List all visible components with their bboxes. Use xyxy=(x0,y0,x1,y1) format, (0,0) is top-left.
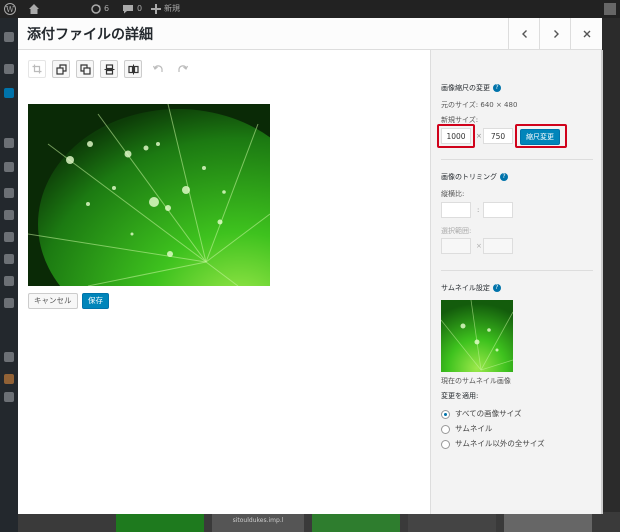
rotate-left-button[interactable] xyxy=(52,60,70,78)
chevron-left-icon xyxy=(521,29,527,38)
aspect-ratio-height-input[interactable] xyxy=(483,202,513,218)
modal-title: 添付ファイルの詳細 xyxy=(27,27,153,43)
bg-filename-text: sitouldukes.imp.l xyxy=(232,517,284,524)
image-settings-panel: 画像縮尺の変更? 元のサイズ: 640 × 480 新規サイズ: 1000 × … xyxy=(430,50,603,514)
admin-sidebar xyxy=(0,18,18,532)
users-icon[interactable] xyxy=(4,232,14,242)
crop-button[interactable] xyxy=(28,60,46,78)
apply-thumbnail-radio[interactable] xyxy=(441,425,450,434)
comments-icon[interactable] xyxy=(122,3,134,15)
tools-icon[interactable] xyxy=(4,254,14,264)
scale-times: × xyxy=(476,132,482,140)
flip-horizontal-icon xyxy=(127,64,139,74)
flip-vertical-icon xyxy=(104,63,114,75)
plugins-icon[interactable] xyxy=(4,210,14,220)
thumbnail-section-title: サムネイル設定? xyxy=(441,283,501,293)
thumbnail-title-text: サムネイル設定 xyxy=(441,284,490,292)
modal-header: 添付ファイルの詳細 xyxy=(18,18,602,50)
rotate-right-icon xyxy=(79,63,91,75)
chevron-right-icon xyxy=(553,29,559,38)
width-highlight xyxy=(437,124,475,148)
comments-count[interactable]: 0 xyxy=(137,3,142,15)
appearance-icon[interactable] xyxy=(4,188,14,198)
divider xyxy=(441,270,593,271)
plus-icon[interactable] xyxy=(150,3,162,15)
cancel-button[interactable]: キャンセル xyxy=(28,293,78,309)
plugin-menu-icon-3[interactable] xyxy=(4,374,14,384)
aspect-ratio-label: 縦横比: xyxy=(441,190,465,198)
thumbnail-preview xyxy=(441,300,513,372)
bg-thumbnail xyxy=(116,514,204,532)
updates-count[interactable]: 6 xyxy=(104,3,109,15)
rotate-right-button[interactable] xyxy=(76,60,94,78)
help-icon[interactable]: ? xyxy=(500,173,508,181)
selection-separator: × xyxy=(476,242,482,250)
help-icon[interactable]: ? xyxy=(492,284,501,292)
flip-horizontal-button[interactable] xyxy=(124,60,142,78)
divider xyxy=(441,159,593,160)
rotate-left-icon xyxy=(55,63,67,75)
undo-button[interactable] xyxy=(150,60,166,76)
scale-button-highlight xyxy=(515,124,567,148)
prev-button[interactable] xyxy=(508,18,540,49)
scale-section-title: 画像縮尺の変更? xyxy=(441,83,501,93)
panel-scrollbar[interactable] xyxy=(601,50,603,514)
close-button[interactable] xyxy=(570,18,602,49)
crop-icon xyxy=(32,64,42,74)
crop-title-text: 画像のトリミング xyxy=(441,173,497,181)
scale-height-input[interactable]: 750 xyxy=(483,128,513,144)
selection-label: 選択範囲: xyxy=(441,227,472,235)
scale-title-text: 画像縮尺の変更 xyxy=(441,84,490,92)
aspect-ratio-width-input[interactable] xyxy=(441,202,471,218)
redo-icon xyxy=(177,64,188,72)
pages-icon[interactable] xyxy=(4,138,14,148)
user-avatar[interactable] xyxy=(604,3,616,15)
undo-icon xyxy=(152,64,163,72)
apply-all-except-thumbnail-label: サムネイル以外の全サイズ xyxy=(455,439,545,448)
selection-height-input[interactable] xyxy=(483,238,513,254)
updates-icon[interactable] xyxy=(90,3,102,15)
plugin-menu-icon-2[interactable] xyxy=(4,352,14,362)
original-size: 元のサイズ: 640 × 480 xyxy=(441,101,518,109)
new-label[interactable]: 新規 xyxy=(164,3,180,15)
apply-all-sizes-radio[interactable] xyxy=(441,410,450,419)
settings-icon[interactable] xyxy=(4,276,14,286)
attachment-details-modal: 添付ファイルの詳細 キャンセル 保存 画像縮尺の変更 ? 元のサイズ: 640 … xyxy=(18,18,603,514)
bg-thumbnail-3 xyxy=(408,514,496,532)
collapse-menu-icon[interactable] xyxy=(4,392,14,402)
close-icon xyxy=(583,30,590,37)
apply-thumbnail-label: サムネイル xyxy=(455,424,493,433)
selection-width-input[interactable] xyxy=(441,238,471,254)
flip-vertical-button[interactable] xyxy=(100,60,118,78)
save-button[interactable]: 保存 xyxy=(82,293,109,309)
wordpress-logo-icon[interactable]: W xyxy=(4,3,16,15)
comments-menu-icon[interactable] xyxy=(4,162,14,172)
home-icon[interactable] xyxy=(28,3,40,15)
bg-thumbnail-4 xyxy=(504,514,592,532)
ratio-separator: : xyxy=(477,206,480,214)
redo-button[interactable] xyxy=(174,60,190,76)
bg-filename: sitouldukes.imp.l xyxy=(212,514,304,532)
admin-bar: W 6 0 新規 xyxy=(0,0,620,18)
help-icon[interactable]: ? xyxy=(493,84,501,92)
apply-changes-label: 変更を適用: xyxy=(441,392,479,400)
crop-section-title: 画像のトリミング? xyxy=(441,172,508,182)
apply-all-except-thumbnail-radio[interactable] xyxy=(441,440,450,449)
image-editor: キャンセル 保存 xyxy=(18,50,430,514)
current-thumbnail-label: 現在のサムネイル画像 xyxy=(441,377,511,385)
edited-image xyxy=(28,104,270,286)
plugin-menu-icon[interactable] xyxy=(4,298,14,308)
posts-icon[interactable] xyxy=(4,64,14,74)
bg-thumbnail-2 xyxy=(312,514,400,532)
apply-all-sizes-label: すべての画像サイズ xyxy=(455,409,522,418)
media-icon[interactable] xyxy=(4,88,14,98)
svg-text:W: W xyxy=(6,5,15,14)
dashboard-icon[interactable] xyxy=(4,32,14,42)
next-button[interactable] xyxy=(539,18,571,49)
